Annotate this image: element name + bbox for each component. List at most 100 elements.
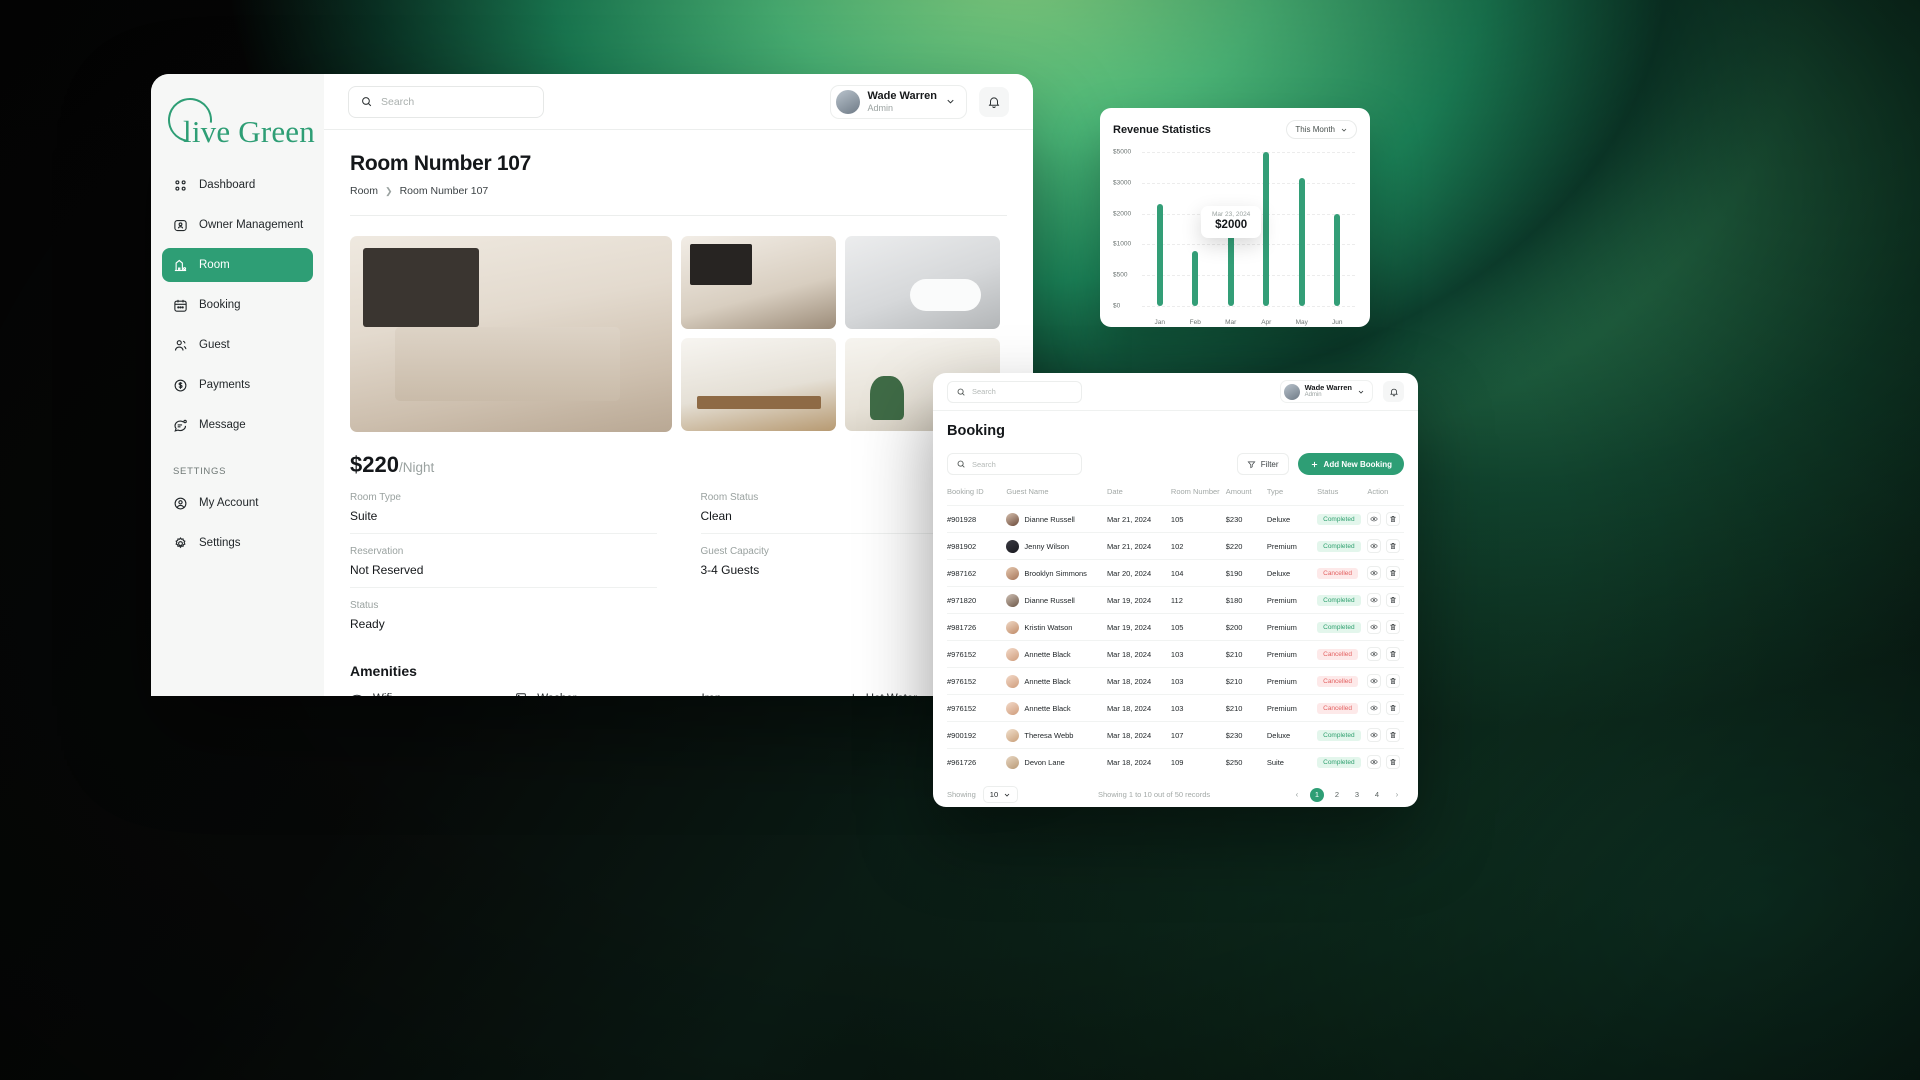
cell-date: Mar 18, 2024 — [1106, 640, 1171, 668]
pagination-page-1[interactable]: 1 — [1310, 787, 1324, 802]
delete-button[interactable] — [1386, 593, 1401, 607]
page-size-group: Showing 10 — [947, 786, 1019, 803]
table-row[interactable]: #901928 Dianne Russell Mar 21, 2024 105 $230… — [947, 505, 1404, 533]
grid-icon — [175, 179, 186, 191]
table-row[interactable]: #900192 Theresa Webb Mar 18, 2024 107 $230 De… — [947, 721, 1404, 749]
gallery-thumb-bathroom[interactable] — [845, 236, 1000, 330]
chevron-down-icon — [947, 100, 954, 104]
view-button[interactable] — [1367, 512, 1382, 526]
delete-button[interactable] — [1386, 620, 1401, 634]
table-row[interactable]: #976152 Annette Black Mar 18, 2024 103 $210 P… — [947, 640, 1404, 668]
search-input[interactable]: Search — [348, 85, 544, 118]
booking-topbar-search-input[interactable]: Search — [947, 380, 1082, 403]
booking-search-input[interactable]: Search — [947, 453, 1082, 475]
users-icon — [174, 339, 187, 351]
sidebar-item-label: My Account — [199, 497, 259, 509]
sidebar-item-payments[interactable]: Payments — [162, 368, 313, 402]
table-row[interactable]: #971820 Dianne Russell Mar 19, 2024 112 $180… — [947, 586, 1404, 614]
pagination-page-4[interactable]: 4 — [1370, 788, 1384, 802]
add-new-booking-button[interactable]: Add New Booking — [1297, 453, 1404, 475]
user-menu[interactable]: Wade Warren Admin — [829, 84, 967, 119]
chart-bar[interactable] — [1227, 232, 1234, 306]
notifications-button[interactable] — [979, 86, 1009, 117]
table-row[interactable]: #976152 Annette Black Mar 18, 2024 103 $210 P… — [947, 694, 1404, 722]
table-row[interactable]: #981726 Kristin Watson Mar 19, 2024 105 $200… — [947, 613, 1404, 641]
sidebar-item-guest[interactable]: Guest — [162, 328, 313, 362]
table-row[interactable]: #981902 Jenny Wilson Mar 21, 2024 102 $220 Pr… — [947, 532, 1404, 560]
delete-button[interactable] — [1386, 512, 1401, 526]
detail-reservation: Reservation Not Reserved — [350, 546, 657, 589]
chart-bar[interactable] — [1263, 152, 1270, 306]
filter-button[interactable]: Filter — [1236, 453, 1289, 475]
chart-bar-slot[interactable] — [1142, 152, 1178, 306]
cell-booking-id: #976152 — [947, 640, 1007, 668]
breadcrumb-item[interactable]: Room — [350, 185, 378, 197]
booking-user-menu[interactable]: Wade Warren Admin — [1279, 380, 1373, 403]
gallery-thumb-kitchen[interactable] — [681, 338, 836, 432]
trash-icon — [1390, 543, 1397, 549]
view-button[interactable] — [1367, 755, 1382, 769]
cell-date: Mar 20, 2024 — [1106, 559, 1171, 587]
table-header-row: Booking ID Guest Name Date Room Number Amoun… — [947, 487, 1404, 506]
chart-bar[interactable] — [1156, 204, 1163, 306]
delete-button[interactable] — [1386, 701, 1401, 715]
chevron-right-icon: ❯ — [385, 185, 393, 196]
cell-action — [1367, 748, 1404, 775]
trash-icon — [1390, 732, 1397, 738]
delete-button[interactable] — [1386, 728, 1401, 742]
view-button[interactable] — [1367, 620, 1382, 634]
view-button[interactable] — [1367, 647, 1382, 661]
chart-bar[interactable] — [1298, 178, 1305, 306]
view-button[interactable] — [1367, 566, 1382, 580]
cell-room-number: 105 — [1170, 505, 1226, 533]
search-placeholder: Search — [972, 459, 996, 469]
cell-room-number: 112 — [1170, 586, 1226, 614]
delete-button[interactable] — [1386, 647, 1401, 661]
chart-bar-slot[interactable] — [1284, 152, 1320, 306]
cell-date: Mar 18, 2024 — [1106, 721, 1171, 749]
sidebar-item-message[interactable]: Message — [162, 408, 313, 442]
avatar — [835, 89, 860, 114]
sidebar-item-my-account[interactable]: My Account — [162, 486, 313, 520]
cell-booking-id: #971820 — [947, 586, 1007, 614]
pagination-prev[interactable]: ‹ — [1290, 788, 1304, 802]
table-row[interactable]: #987162 Brooklyn Simmons Mar 20, 2024 104 $1… — [947, 559, 1404, 587]
sidebar-item-room[interactable]: Room — [162, 248, 313, 282]
cell-action — [1367, 613, 1404, 641]
page-size-select[interactable]: 10 — [982, 786, 1019, 803]
view-button[interactable] — [1367, 701, 1382, 715]
sidebar-item-booking[interactable]: Booking — [162, 288, 313, 322]
chart-bar[interactable] — [1192, 250, 1199, 306]
sidebar-item-settings[interactable]: Settings — [162, 526, 313, 560]
gear-icon — [175, 536, 186, 548]
pagination-next[interactable]: › — [1390, 788, 1404, 802]
eye-icon — [1370, 624, 1379, 630]
view-button[interactable] — [1367, 674, 1382, 688]
delete-button[interactable] — [1386, 755, 1401, 769]
sidebar-item-owner-management[interactable]: Owner Management — [162, 208, 313, 242]
sidebar-section-settings-label: SETTINGS — [173, 466, 227, 477]
gallery-main-photo[interactable] — [350, 236, 672, 433]
chart-bar-slot[interactable] — [1320, 152, 1356, 306]
pagination-page-3[interactable]: 3 — [1350, 788, 1364, 802]
delete-button[interactable] — [1386, 566, 1401, 580]
brand-logo[interactable]: live Green — [151, 74, 324, 160]
gallery-thumb-living[interactable] — [681, 236, 836, 330]
view-button[interactable] — [1367, 593, 1382, 607]
view-button[interactable] — [1367, 539, 1382, 553]
revenue-chart: $0 $500 $1000 $2000 $3000 $5000 Jan Feb Mar Apr M… — [1113, 148, 1357, 328]
detail-value: Not Reserved — [350, 563, 424, 578]
table-row[interactable]: #976152 Annette Black Mar 18, 2024 103 $210 P… — [947, 667, 1404, 695]
delete-button[interactable] — [1386, 539, 1401, 553]
booking-notifications-button[interactable] — [1383, 381, 1404, 402]
chart-bar[interactable] — [1334, 213, 1341, 306]
table-column-header: Type — [1266, 487, 1284, 496]
delete-button[interactable] — [1386, 674, 1401, 688]
pagination-page-2[interactable]: 2 — [1330, 788, 1344, 802]
revenue-range-select[interactable]: This Month — [1286, 120, 1357, 139]
cell-amount: $230 — [1225, 721, 1267, 749]
sidebar-item-dashboard[interactable]: Dashboard — [162, 168, 313, 202]
table-row[interactable]: #961726 Devon Lane Mar 18, 2024 109 $250 Suit… — [947, 748, 1404, 775]
page-body: Room Number 107 Room ❯ Room Number 107 $… — [324, 130, 1033, 696]
view-button[interactable] — [1367, 728, 1382, 742]
